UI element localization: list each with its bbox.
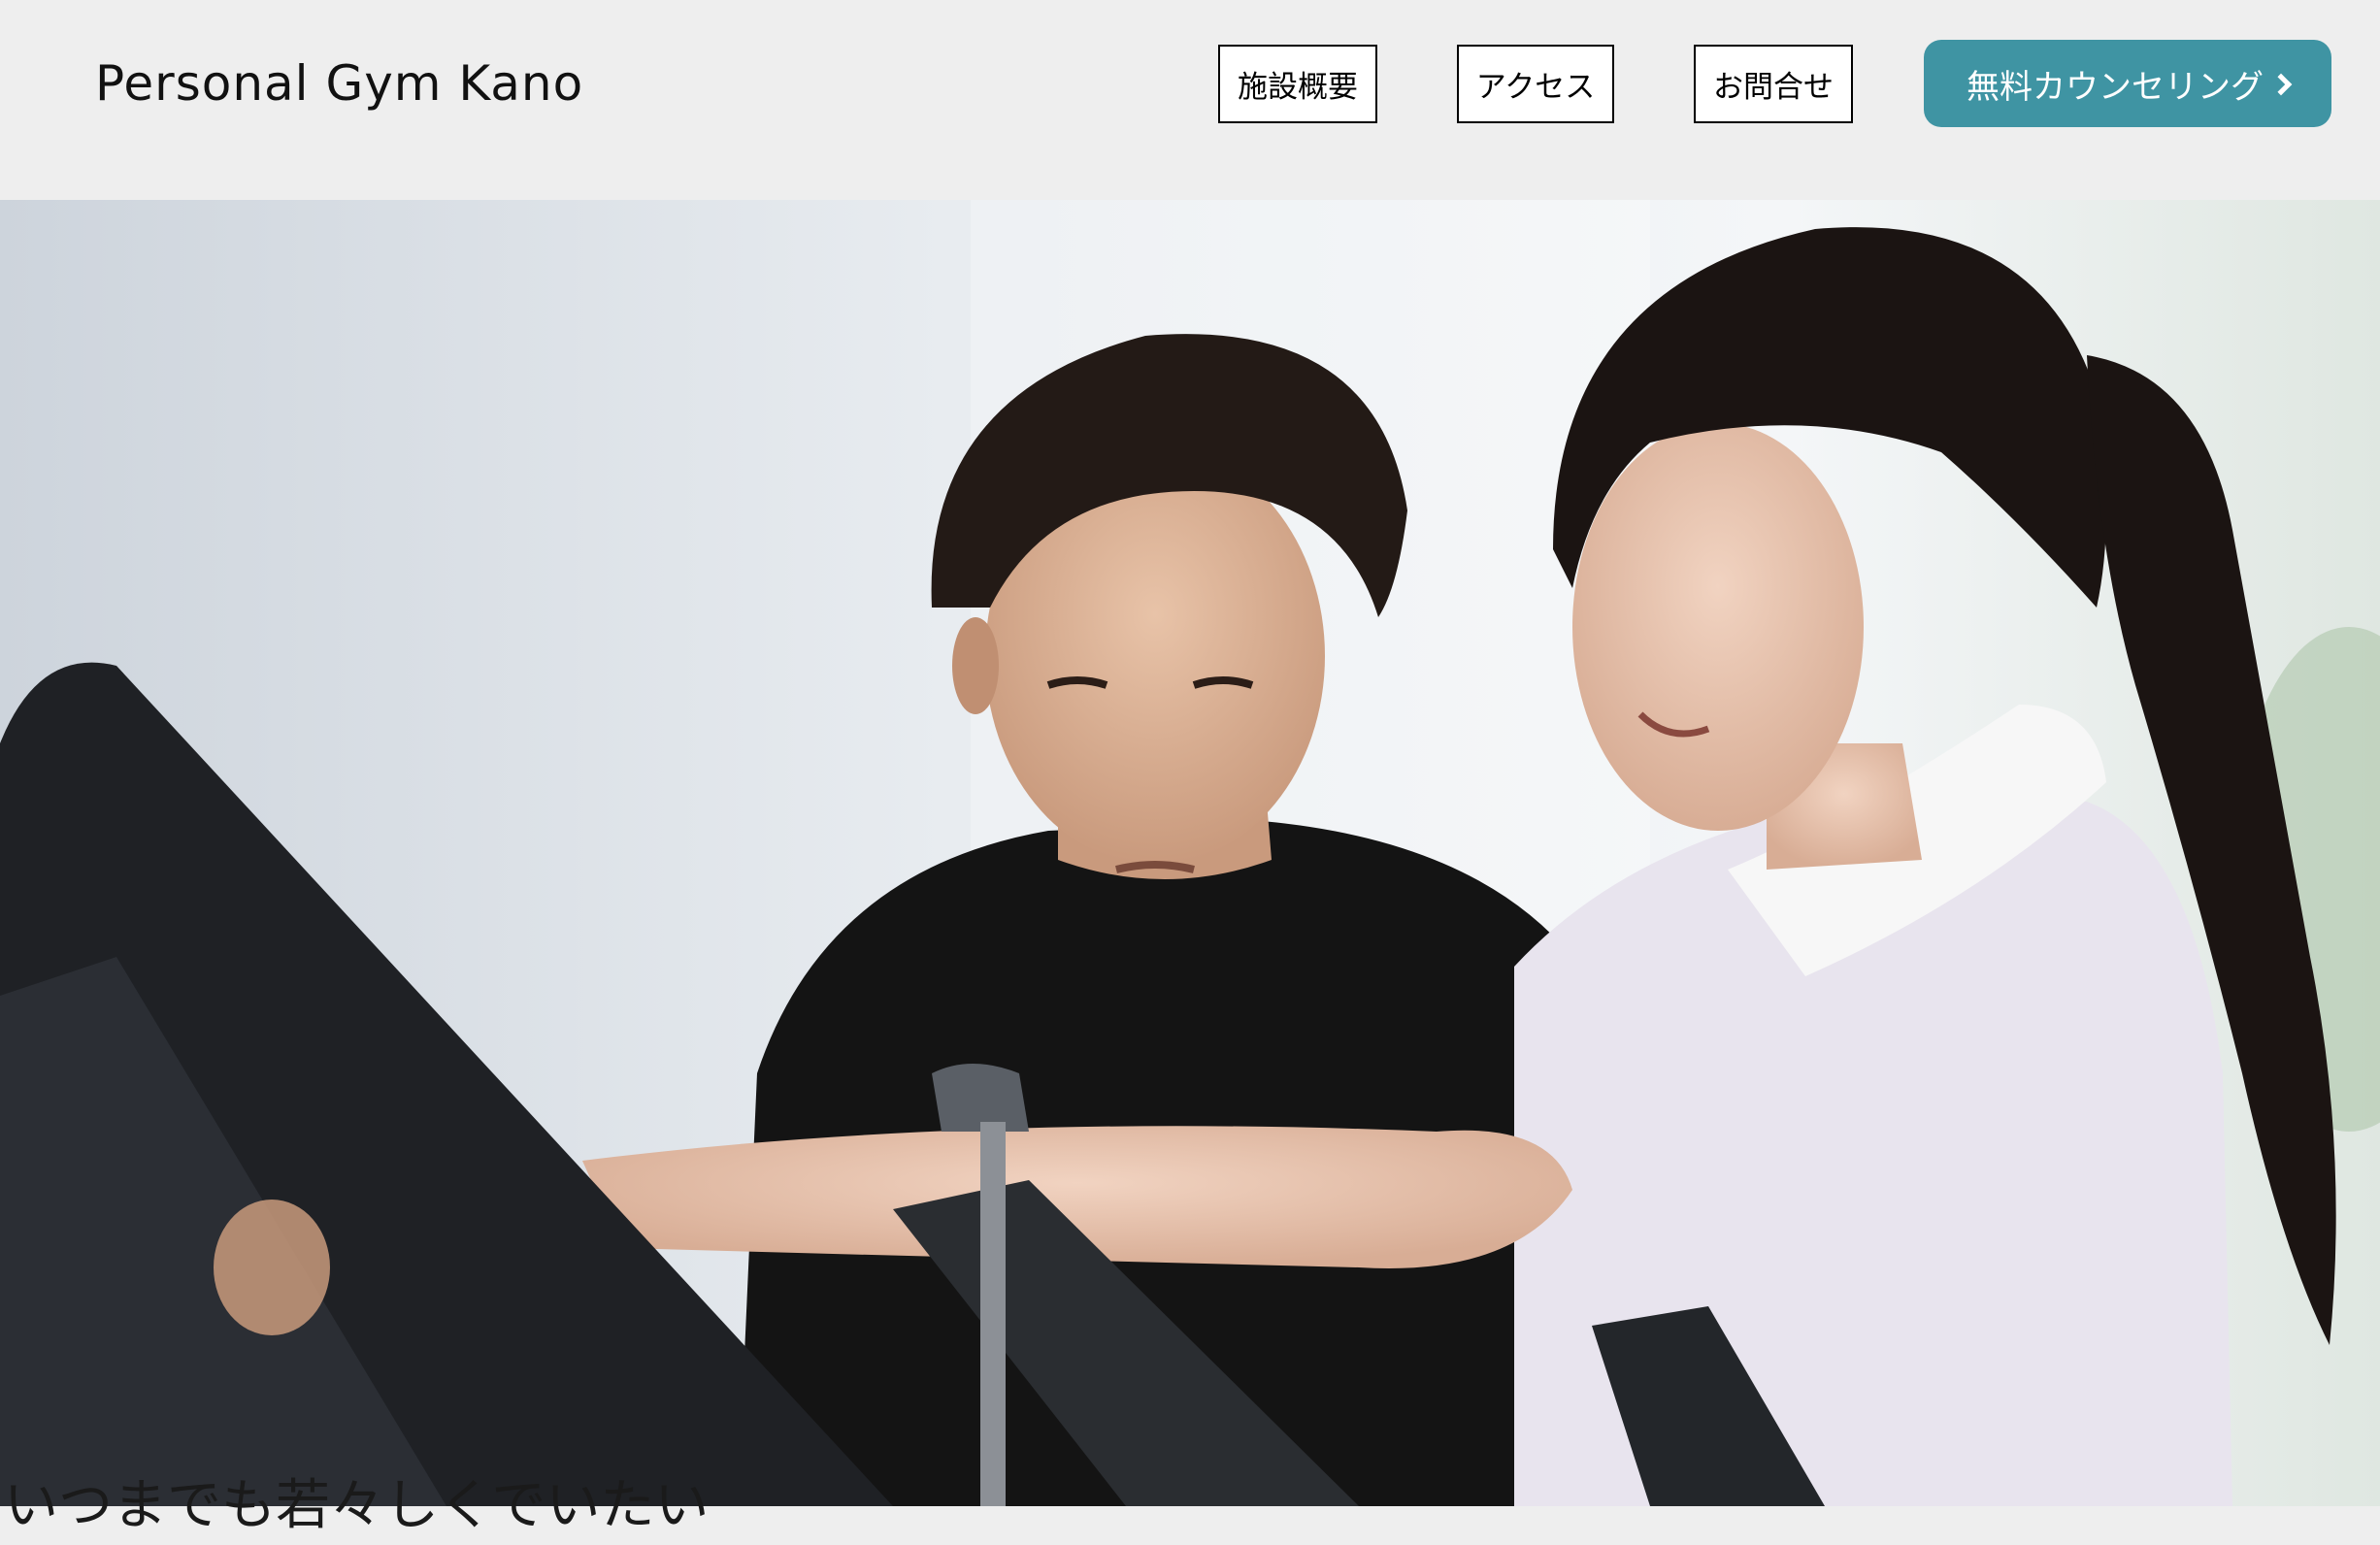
nav-access-button[interactable]: アクセス bbox=[1457, 45, 1614, 123]
hero-image bbox=[0, 200, 2380, 1506]
free-counseling-button[interactable]: 無料カウンセリング bbox=[1924, 40, 2331, 127]
cta-label: 無料カウンセリング bbox=[1967, 67, 2264, 107]
site-header: Personal Gym Kano 施設概要 アクセス お問合せ 無料カウンセリ… bbox=[0, 0, 2380, 200]
nav-contact-button[interactable]: お問合せ bbox=[1694, 45, 1853, 123]
hero-tagline: いつまでも若々しくでいたい bbox=[4, 1474, 710, 1537]
chevron-right-icon bbox=[2269, 73, 2293, 96]
hero-photo-illustration bbox=[0, 200, 2380, 1506]
nav-facility-button[interactable]: 施設概要 bbox=[1218, 45, 1377, 123]
site-logo[interactable]: Personal Gym Kano bbox=[95, 50, 583, 116]
